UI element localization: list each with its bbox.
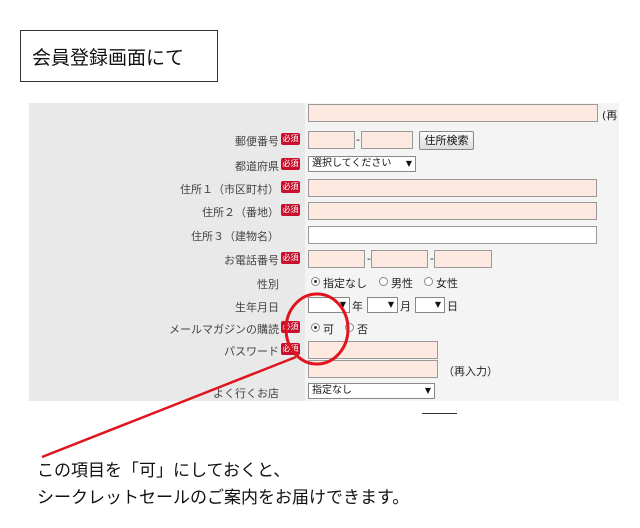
note-line-2: シークレットセールのご案内をお届けできます。 — [37, 488, 410, 508]
newsletter-radio-yes[interactable] — [311, 323, 320, 332]
postal-label: 郵便番号 — [235, 135, 279, 148]
day-unit: 日 — [447, 300, 458, 313]
newsletter-option-no: 否 — [357, 323, 368, 336]
newsletter-label: メールマガジンの購読 — [169, 323, 279, 336]
address1-label: 住所１（市区町村） — [180, 183, 279, 196]
password-reenter-note: （再入力） — [443, 365, 498, 378]
address1-row: 住所１（市区町村） 必須 — [29, 178, 619, 200]
required-badge: 必須 — [281, 343, 300, 355]
gender-option-female: 女性 — [436, 277, 458, 290]
registration-form: (再 郵便番号 必須 - 住所検索 都道府県 必須 選択してください ▼ 住所１… — [29, 103, 619, 401]
birthday-row: 生年月日 ▼ 年 ▼ 月 ▼ 日 — [29, 296, 619, 318]
year-unit: 年 — [352, 300, 363, 313]
prefecture-select-value: 選択してください — [312, 158, 392, 169]
birth-day-select[interactable]: ▼ — [415, 297, 445, 313]
required-badge: 必須 — [281, 252, 300, 264]
phone-input-2[interactable] — [371, 250, 428, 268]
postal-separator: - — [356, 133, 360, 146]
divider-line — [422, 413, 457, 414]
address2-input[interactable] — [308, 202, 597, 220]
annotation-note: この項目を「可」にしておくと、 シークレットセールのご案内をお届けできます。 — [37, 458, 409, 512]
prefecture-row: 都道府県 必須 選択してください ▼ — [29, 155, 619, 177]
address3-input[interactable] — [308, 226, 597, 244]
address3-row: 住所３（建物名） — [29, 225, 619, 247]
caption-text: 会員登録画面にて — [32, 46, 185, 69]
name-row: (再 — [29, 104, 619, 126]
birth-month-select[interactable]: ▼ — [367, 297, 398, 313]
required-badge: 必須 — [281, 133, 300, 145]
address2-label: 住所２（番地） — [202, 206, 279, 219]
gender-option-male: 男性 — [391, 277, 413, 290]
prefecture-select[interactable]: 選択してください ▼ — [308, 156, 416, 172]
name-reenter-text: (再 — [602, 109, 618, 122]
address-search-button[interactable]: 住所検索 — [419, 131, 474, 150]
birthday-label: 生年月日 — [235, 301, 279, 314]
phone-input-3[interactable] — [434, 250, 492, 268]
required-badge: 必須 — [281, 158, 300, 170]
postal-row: 郵便番号 必須 - 住所検索 — [29, 130, 619, 152]
address1-input[interactable] — [308, 179, 597, 197]
store-select[interactable]: 指定なし ▼ — [308, 383, 435, 399]
note-line-1: この項目を「可」にしておくと、 — [37, 461, 291, 481]
newsletter-radio-no[interactable] — [345, 323, 354, 332]
postal-input-2[interactable] — [361, 131, 413, 149]
dropdown-arrow-icon: ▼ — [387, 300, 394, 309]
store-row: よく行くお店 指定なし ▼ — [29, 382, 619, 404]
phone-input-1[interactable] — [308, 250, 365, 268]
gender-option-unspecified: 指定なし — [323, 277, 367, 290]
required-badge: 必須 — [281, 204, 300, 216]
phone-row: お電話番号 必須 - - — [29, 249, 619, 271]
gender-label: 性別 — [257, 278, 279, 291]
dropdown-arrow-icon: ▼ — [434, 300, 441, 309]
gender-radio-female[interactable] — [424, 277, 433, 286]
dropdown-arrow-icon: ▼ — [424, 386, 431, 395]
password-label: パスワード — [224, 345, 279, 358]
password-row: パスワード 必須 （再入力） — [29, 340, 619, 380]
newsletter-option-yes: 可 — [323, 323, 334, 336]
store-select-value: 指定なし — [312, 385, 352, 396]
birth-year-select[interactable]: ▼ — [308, 297, 350, 313]
gender-radio-unspecified[interactable] — [311, 277, 320, 286]
gender-row: 性別 指定なし 男性 女性 — [29, 273, 619, 295]
prefecture-label: 都道府県 — [235, 160, 279, 173]
postal-input-1[interactable] — [308, 131, 355, 149]
store-label: よく行くお店 — [213, 387, 279, 400]
phone-label: お電話番号 — [224, 254, 279, 267]
address2-row: 住所２（番地） 必須 — [29, 201, 619, 223]
required-badge: 必須 — [281, 181, 300, 193]
required-badge: 必須 — [281, 321, 300, 333]
password-input[interactable] — [308, 341, 438, 359]
dropdown-arrow-icon: ▼ — [339, 300, 346, 309]
address3-label: 住所３（建物名） — [191, 230, 279, 243]
dropdown-arrow-icon: ▼ — [405, 159, 412, 168]
caption-box: 会員登録画面にて — [20, 30, 218, 82]
password-confirm-input[interactable] — [308, 360, 438, 378]
name-input[interactable] — [308, 104, 598, 122]
month-unit: 月 — [400, 300, 411, 313]
newsletter-row: メールマガジンの購読 必須 可 否 — [29, 318, 619, 340]
gender-radio-male[interactable] — [379, 277, 388, 286]
